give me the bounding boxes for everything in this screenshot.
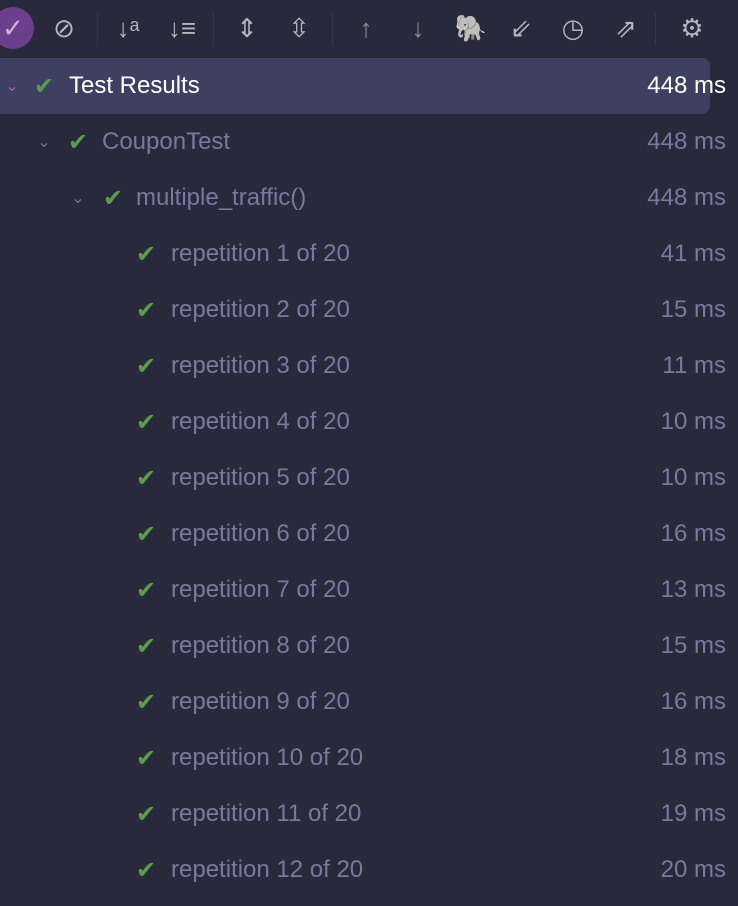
check-icon: ✔ — [136, 744, 157, 772]
tree-row-time: 15 ms — [660, 632, 726, 659]
show-ignored-button[interactable]: ⊘ — [44, 8, 84, 48]
toolbar-separator — [655, 12, 656, 46]
tree-row-label: repetition 3 of 20 — [171, 352, 350, 379]
check-icon: ✔ — [103, 184, 124, 212]
tree-row-label: CouponTest — [102, 128, 231, 155]
check-icon: ✔ — [136, 296, 157, 324]
tree-row-time: 448 ms — [647, 72, 726, 99]
check-icon: ✔ — [136, 688, 157, 716]
tree-row-repetition[interactable]: ✔ repetition 2 of 20 15 ms — [0, 282, 738, 338]
tree-row-label: repetition 1 of 20 — [171, 240, 350, 267]
test-history-icon: ◷ — [561, 13, 585, 43]
toolbar-separator — [332, 12, 333, 46]
import-tests-icon: ⇙ — [510, 13, 532, 43]
check-icon: ✔ — [136, 800, 157, 828]
tree-row-label: Test Results — [69, 72, 200, 99]
tree-row-label: repetition 12 of 20 — [171, 856, 364, 883]
import-gradle-icon: 🐘 — [454, 13, 488, 43]
tree-row-label: repetition 11 of 20 — [171, 800, 362, 827]
tree-row-time: 15 ms — [660, 296, 726, 323]
check-icon: ✔ — [136, 464, 157, 492]
toolbar: ✓ ⊘ ↓ᵃ ↓≡ ⇕ ⇳ ↑ ↓ 🐘 ⇙ ◷ ⇗ ⚙ — [0, 0, 738, 58]
next-failed-button[interactable]: ↓ — [398, 8, 438, 48]
chevron-down-icon[interactable]: ⌄ — [4, 76, 20, 96]
check-icon: ✔ — [136, 576, 157, 604]
tree-row-time: 11 ms — [662, 352, 726, 379]
tree-row-repetition[interactable]: ✔ repetition 9 of 20 16 ms — [0, 674, 738, 730]
tree-row-suite[interactable]: ⌄ ✔ CouponTest 448 ms — [0, 114, 738, 170]
tree-row-repetition[interactable]: ✔ repetition 6 of 20 16 ms — [0, 506, 738, 562]
tree-row-repetition[interactable]: ✔ repetition 8 of 20 15 ms — [0, 618, 738, 674]
check-icon: ✔ — [136, 408, 157, 436]
sort-by-duration-button[interactable]: ↓≡ — [162, 8, 202, 48]
tree-row-label: repetition 9 of 20 — [171, 688, 350, 715]
sort-alphabetically-icon: ↓ᵃ — [116, 13, 140, 43]
tree-row-repetition[interactable]: ✔ repetition 5 of 20 10 ms — [0, 450, 738, 506]
tree-row-label: multiple_traffic() — [136, 184, 307, 211]
tree-row-time: 10 ms — [660, 464, 726, 491]
toolbar-separator — [213, 12, 214, 46]
previous-failed-icon: ↑ — [359, 13, 373, 43]
show-ignored-icon: ⊘ — [53, 13, 75, 43]
tests-passed-button[interactable]: ✓ — [0, 7, 34, 49]
check-icon: ✔ — [136, 352, 157, 380]
check-icon: ✔ — [68, 128, 89, 156]
tree-row-method[interactable]: ⌄ ✔ multiple_traffic() 448 ms — [0, 170, 738, 226]
tree-row-label: repetition 7 of 20 — [171, 576, 350, 603]
tree-row-time: 18 ms — [660, 744, 726, 771]
tree-row-time: 16 ms — [660, 520, 726, 547]
expand-all-icon: ⇕ — [236, 13, 258, 43]
chevron-down-icon[interactable]: ⌄ — [70, 188, 86, 208]
sort-by-duration-icon: ↓≡ — [167, 13, 197, 43]
tree-row-time: 41 ms — [660, 240, 726, 267]
check-icon: ✔ — [34, 72, 55, 100]
toolbar-separator — [97, 12, 98, 46]
expand-all-button[interactable]: ⇕ — [227, 8, 267, 48]
import-tests-button[interactable]: ⇙ — [501, 8, 541, 48]
export-tests-icon: ⇗ — [615, 13, 637, 43]
collapse-all-icon: ⇳ — [288, 13, 310, 43]
import-gradle-button[interactable]: 🐘 — [451, 8, 491, 48]
tree-row-label: repetition 10 of 20 — [171, 744, 364, 771]
tree-row-time: 16 ms — [660, 688, 726, 715]
tree-row-time: 19 ms — [660, 800, 726, 827]
check-icon: ✔ — [136, 240, 157, 268]
sort-alphabetically-button[interactable]: ↓ᵃ — [108, 8, 148, 48]
tree-row-time: 10 ms — [660, 408, 726, 435]
tree-row-repetition[interactable]: ✔ repetition 1 of 20 41 ms — [0, 226, 738, 282]
test-history-button[interactable]: ◷ — [553, 8, 593, 48]
tree-row-repetition[interactable]: ✔ repetition 11 of 20 19 ms — [0, 786, 738, 842]
tree-row-repetition[interactable]: ✔ repetition 4 of 20 10 ms — [0, 394, 738, 450]
check-icon: ✔ — [136, 632, 157, 660]
tree-row-time: 448 ms — [647, 184, 726, 211]
tree-row-repetition[interactable]: ✔ repetition 7 of 20 13 ms — [0, 562, 738, 618]
tree-row-repetition[interactable]: ✔ repetition 3 of 20 11 ms — [0, 338, 738, 394]
tree-row-time: 20 ms — [660, 856, 726, 883]
chevron-down-icon[interactable]: ⌄ — [36, 132, 52, 152]
previous-failed-button[interactable]: ↑ — [346, 8, 386, 48]
tree-row-time: 13 ms — [660, 576, 726, 603]
tree-row-time: 448 ms — [647, 128, 726, 155]
tree-row-label: repetition 2 of 20 — [171, 296, 350, 323]
tree-row-label: repetition 4 of 20 — [171, 408, 350, 435]
collapse-all-button[interactable]: ⇳ — [279, 8, 319, 48]
check-icon: ✔ — [136, 520, 157, 548]
tree-row-label: repetition 8 of 20 — [171, 632, 350, 659]
next-failed-icon: ↓ — [411, 13, 425, 43]
tree-row-repetition[interactable]: ✔ repetition 10 of 20 18 ms — [0, 730, 738, 786]
tree-row-root[interactable]: ⌄ ✔ Test Results 448 ms — [0, 58, 726, 114]
check-icon: ✔ — [136, 856, 157, 884]
settings-gear-icon: ⚙ — [680, 13, 704, 43]
settings-gear-button[interactable]: ⚙ — [672, 8, 712, 48]
test-tree: ⌄ ✔ Test Results 448 ms ⌄ ✔ CouponTest 4… — [0, 58, 738, 898]
export-tests-button[interactable]: ⇗ — [606, 8, 646, 48]
tree-row-label: repetition 5 of 20 — [171, 464, 350, 491]
tree-row-label: repetition 6 of 20 — [171, 520, 350, 547]
tests-passed-icon: ✓ — [2, 12, 24, 43]
tree-row-repetition[interactable]: ✔ repetition 12 of 20 20 ms — [0, 842, 738, 898]
